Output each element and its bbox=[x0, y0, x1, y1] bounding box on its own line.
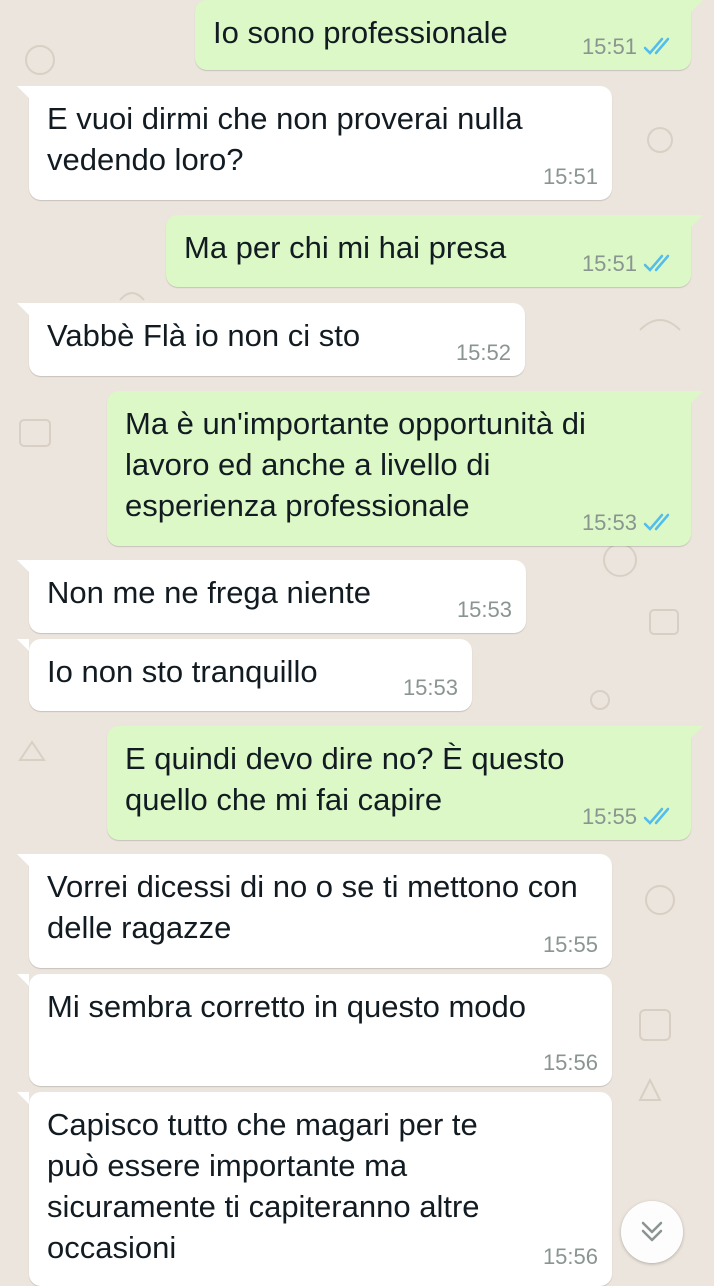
message-meta: 15:51 bbox=[582, 34, 677, 60]
double-check-icon bbox=[643, 254, 670, 272]
message-bubble-incoming[interactable]: Capisco tutto che magari per te può esse… bbox=[17, 1092, 612, 1286]
message-time: 15:56 bbox=[542, 1050, 598, 1075]
message-time: 15:52 bbox=[455, 340, 511, 365]
message-meta: 15:51 bbox=[582, 251, 677, 277]
message-meta: 15:56 bbox=[543, 1244, 598, 1270]
message-meta: 15:53 bbox=[403, 675, 458, 701]
message-time: 15:56 bbox=[542, 1244, 598, 1269]
message-time: 15:55 bbox=[542, 932, 598, 957]
message-time: 15:51 bbox=[581, 34, 637, 59]
message-text: Mi sembra corretto in questo modo bbox=[47, 989, 526, 1024]
message-text: Ma è un'importante opportunità di lavoro… bbox=[125, 406, 586, 523]
double-chevron-down-icon bbox=[641, 1221, 663, 1242]
message-time: 15:51 bbox=[581, 251, 637, 276]
message-text: E quindi devo dire no? È questo quello c… bbox=[125, 741, 565, 817]
double-check-icon bbox=[643, 37, 670, 55]
message-time: 15:53 bbox=[456, 597, 512, 622]
message-bubble-outgoing[interactable]: Ma per chi mi hai presa 15:51 bbox=[166, 215, 703, 287]
message-time: 15:53 bbox=[402, 675, 458, 700]
message-bubble-incoming[interactable]: Non me ne frega niente 15:53 bbox=[17, 560, 526, 633]
message-time: 15:53 bbox=[581, 510, 637, 535]
message-text: Vorrei dicessi di no o se ti mettono con… bbox=[47, 869, 578, 945]
message-bubble-incoming[interactable]: Io non sto tranquillo 15:53 bbox=[17, 639, 472, 711]
message-text: Io sono professionale bbox=[213, 15, 508, 50]
message-bubble-outgoing[interactable]: Io sono professionale 15:51 bbox=[195, 0, 703, 70]
message-bubble-incoming[interactable]: Mi sembra corretto in questo modo 15:56 bbox=[17, 974, 612, 1086]
message-text: Capisco tutto che magari per te può esse… bbox=[47, 1107, 480, 1265]
message-meta: 15:53 bbox=[582, 510, 677, 536]
message-bubble-incoming[interactable]: E vuoi dirmi che non proverai nulla vede… bbox=[17, 86, 612, 200]
scroll-to-bottom-button[interactable] bbox=[621, 1201, 683, 1263]
message-time: 15:51 bbox=[542, 164, 598, 189]
message-bubble-incoming[interactable]: Vabbè Flà io non ci sto 15:52 bbox=[17, 303, 525, 376]
message-text: Io non sto tranquillo bbox=[47, 654, 318, 689]
message-meta: 15:56 bbox=[543, 1050, 598, 1076]
message-text: Non me ne frega niente bbox=[47, 575, 371, 610]
message-meta: 15:55 bbox=[582, 804, 677, 830]
message-meta: 15:51 bbox=[543, 164, 598, 190]
message-text: E vuoi dirmi che non proverai nulla vede… bbox=[47, 101, 523, 177]
double-check-icon bbox=[643, 807, 670, 825]
message-bubble-outgoing[interactable]: E quindi devo dire no? È questo quello c… bbox=[107, 726, 703, 840]
double-check-icon bbox=[643, 513, 670, 531]
message-text: Vabbè Flà io non ci sto bbox=[47, 318, 361, 353]
message-time: 15:55 bbox=[581, 804, 637, 829]
message-meta: 15:55 bbox=[543, 932, 598, 958]
message-bubble-outgoing[interactable]: Ma è un'importante opportunità di lavoro… bbox=[107, 391, 703, 546]
message-meta: 15:52 bbox=[456, 340, 511, 366]
message-text: Ma per chi mi hai presa bbox=[184, 230, 507, 265]
message-bubble-incoming[interactable]: Vorrei dicessi di no o se ti mettono con… bbox=[17, 854, 612, 968]
message-meta: 15:53 bbox=[457, 597, 512, 623]
